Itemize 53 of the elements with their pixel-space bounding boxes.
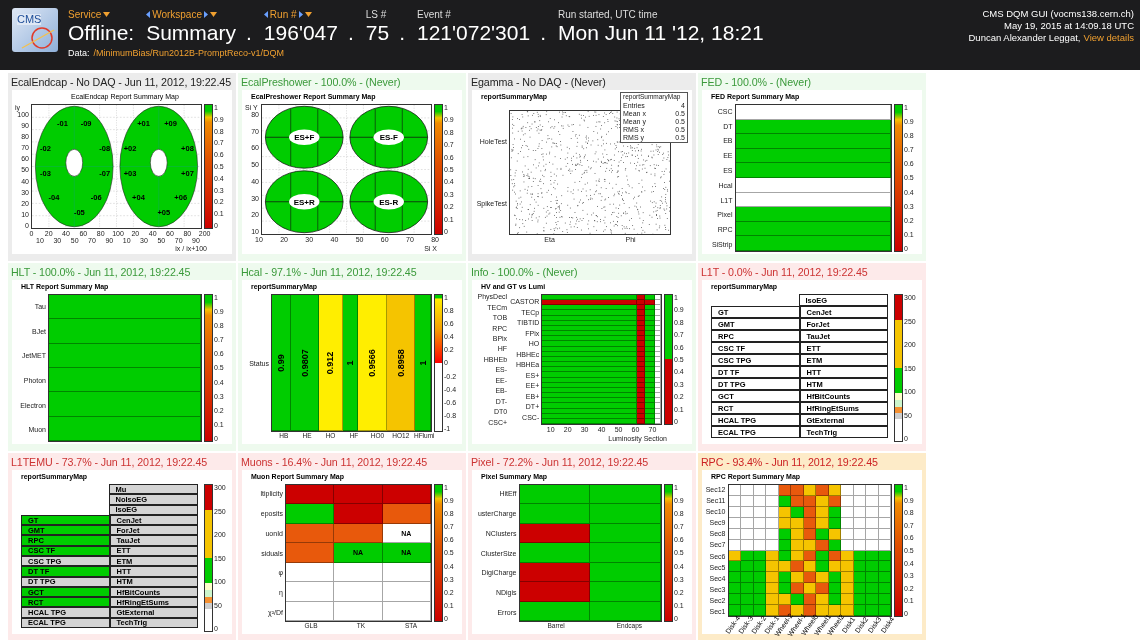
separator: . — [347, 21, 354, 45]
disc-label: ES+R — [293, 197, 315, 207]
separator: . — [246, 21, 252, 45]
server-name: CMS DQM GUI (vocms138.cern.ch) — [982, 8, 1134, 19]
field-label: Event # — [417, 9, 451, 20]
view-details-link[interactable]: View details — [1083, 32, 1134, 43]
panel-title[interactable]: Info - 100.0% - (Never) — [468, 263, 696, 280]
separator: . — [540, 21, 546, 45]
cell-value: 0.99 — [275, 353, 286, 372]
caret-icon[interactable] — [103, 12, 111, 17]
field-value: 121'072'301 — [417, 21, 531, 45]
field-value: Summary — [146, 21, 236, 45]
disc-label: ES-R — [379, 197, 399, 207]
separator: . — [399, 21, 405, 45]
panel-title[interactable]: Pixel - 72.2% - Jun 11, 2012, 19:22.45 — [468, 453, 696, 470]
panel-title[interactable]: Hcal - 97.1% - Jun 11, 2012, 19:22.45 — [238, 263, 466, 280]
user-name: Duncan Alexander Leggat, — [968, 32, 1081, 43]
panel-title[interactable]: Muons - 16.4% - Jun 11, 2012, 19:22.45 — [238, 453, 466, 470]
caret-icon[interactable] — [210, 12, 217, 17]
field-label[interactable]: Service — [68, 9, 102, 20]
field-label: LS # — [365, 9, 387, 20]
logo: CMS — [12, 8, 58, 52]
cell-value: 1 — [344, 360, 355, 365]
right-arrow-icon[interactable] — [204, 11, 208, 18]
cell-value: 0.912 — [325, 351, 336, 374]
data-path-link[interactable]: /MinimumBias/Run2012B-PromptReco-v1/DQM — [93, 48, 285, 58]
left-arrow-icon[interactable] — [146, 11, 151, 18]
right-arrow-icon[interactable] — [298, 11, 303, 18]
left-arrow-icon[interactable] — [263, 11, 268, 18]
cell-value: 0.9566 — [367, 348, 378, 377]
panel-title[interactable]: EcalEndcap - No DAQ - Jun 11, 2012, 19:22.45 — [8, 73, 236, 90]
cell-value: 0.9807 — [299, 348, 310, 377]
cell-value: 0.8958 — [395, 348, 406, 377]
disc-label: ES-F — [379, 132, 398, 142]
field-value: 75 — [365, 21, 390, 45]
panel-title[interactable]: FED - 100.0% - (Never) — [698, 73, 926, 90]
cell-value: 1 — [417, 360, 428, 365]
timestamp: May 19, 2015 at 14:09.18 UTC — [1004, 20, 1134, 31]
data-label: Data: — [68, 48, 90, 58]
field-value: Offline: — [68, 21, 135, 45]
disc-label: ES+F — [294, 132, 315, 142]
field-value: 196'047 — [263, 21, 338, 45]
panel-title[interactable]: L1TEMU - 73.7% - Jun 11, 2012, 19:22.45 — [8, 453, 236, 470]
panel-title[interactable]: L1T - 0.0% - Jun 11, 2012, 19:22.45 — [698, 263, 926, 280]
panel-title[interactable]: RPC - 93.4% - Jun 11, 2012, 19:22.45 — [698, 453, 926, 470]
field-label: Run started, UTC time — [558, 9, 658, 20]
field-label[interactable]: Run # — [269, 9, 297, 20]
panel-title[interactable]: EcalPreshower - 100.0% - (Never) — [238, 73, 466, 90]
panel-title[interactable]: HLT - 100.0% - Jun 11, 2012, 19:22.45 — [8, 263, 236, 280]
caret-icon[interactable] — [304, 12, 312, 17]
field-label[interactable]: Workspace — [152, 9, 202, 20]
panel-title[interactable]: Egamma - No DAQ - (Never) — [468, 73, 696, 90]
field-value: Mon Jun 11 '12, 18:21 — [558, 21, 764, 45]
